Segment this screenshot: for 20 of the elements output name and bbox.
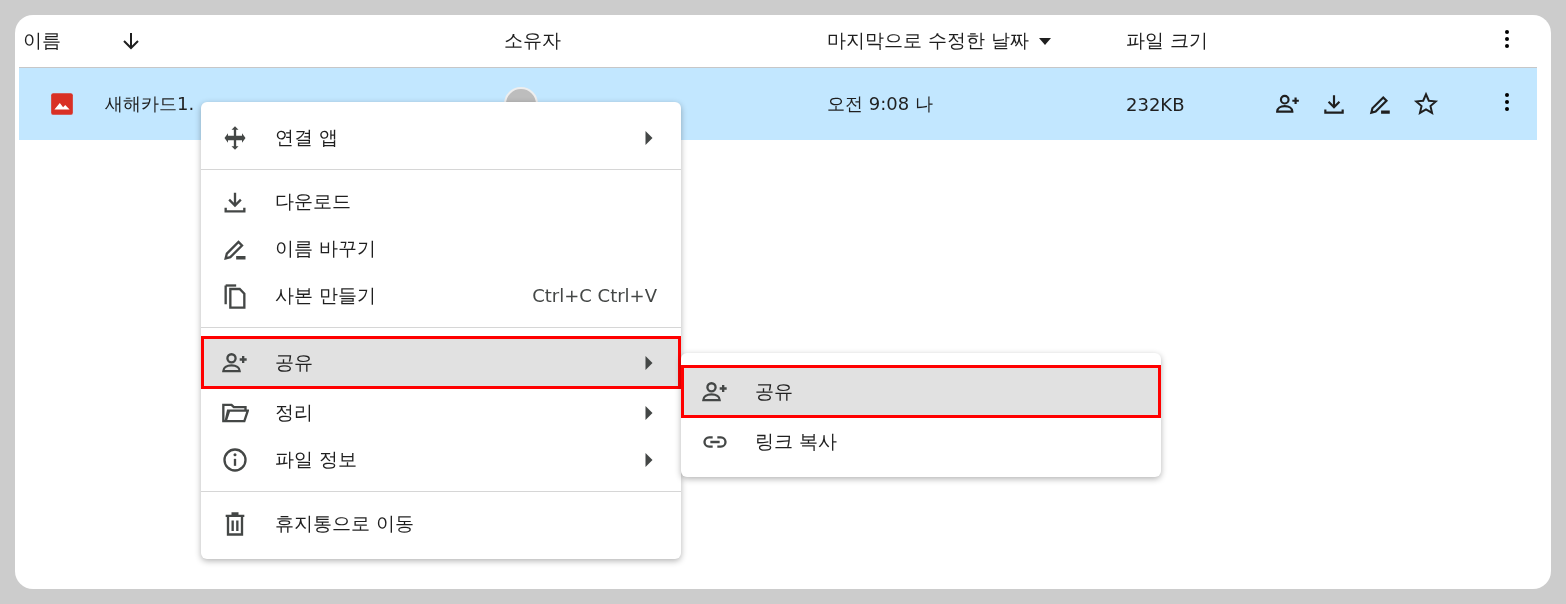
shortcut-text: Ctrl+C Ctrl+V — [532, 285, 657, 306]
column-header[interactable]: 파일 크기 — [1126, 28, 1209, 54]
star-icon[interactable] — [1413, 91, 1439, 117]
menu-item[interactable]: 다운로드 — [201, 178, 681, 225]
column-header[interactable]: 이름 — [23, 28, 61, 54]
menu-item[interactable]: 공유 — [201, 336, 681, 389]
menu-item[interactable]: 정리 — [201, 389, 681, 436]
modified-date: 오전 9:08 나 — [827, 92, 934, 116]
image-file-icon — [49, 91, 75, 117]
column-header[interactable]: 마지막으로 수정한 날짜 — [827, 28, 1030, 54]
column-header[interactable]: 소유자 — [504, 28, 561, 54]
menu-item[interactable]: 링크 복사 — [681, 418, 1161, 465]
menu-item[interactable]: 공유 — [681, 365, 1161, 418]
menu-item[interactable]: 사본 만들기 Ctrl+C Ctrl+V — [201, 272, 681, 319]
file-size: 232KB — [1126, 93, 1185, 115]
menu-item[interactable]: 휴지통으로 이동 — [201, 500, 681, 547]
info-icon — [221, 445, 249, 474]
menu-item[interactable]: 이름 바꾸기 — [201, 225, 681, 272]
menu-item[interactable]: 파일 정보 — [201, 436, 681, 483]
file-name: 새해카드1. — [105, 92, 195, 116]
